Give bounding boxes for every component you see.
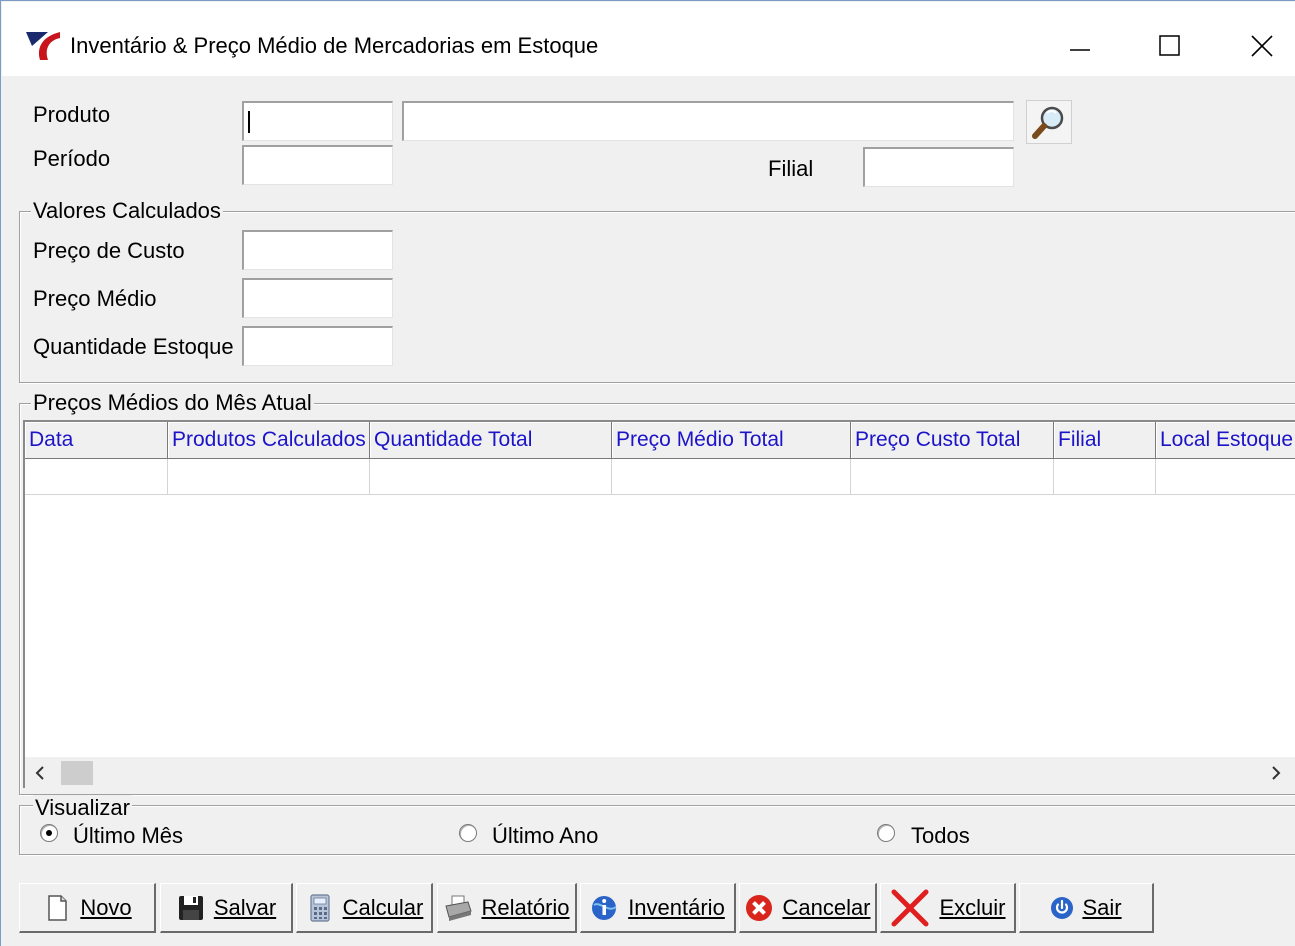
minimize-button[interactable] bbox=[1034, 16, 1126, 76]
column-header-data[interactable]: Data bbox=[25, 422, 168, 459]
preco-custo-input[interactable] bbox=[244, 232, 392, 269]
new-document-icon bbox=[48, 894, 68, 921]
preco-medio-input[interactable] bbox=[244, 280, 392, 317]
produto-code-field[interactable] bbox=[242, 101, 393, 141]
quantidade-estoque-label: Quantidade Estoque bbox=[33, 334, 234, 359]
precos-medios-title: Preços Médios do Mês Atual bbox=[31, 390, 314, 416]
calcular-label: Calcular bbox=[342, 894, 424, 920]
table-cell[interactable] bbox=[370, 459, 612, 495]
cancel-icon bbox=[746, 894, 773, 921]
printer-icon bbox=[445, 895, 473, 921]
close-icon bbox=[1251, 35, 1273, 57]
inventario-button[interactable]: Inventário bbox=[580, 883, 736, 933]
scroll-left-icon[interactable] bbox=[33, 765, 47, 781]
filial-label: Filial bbox=[768, 156, 814, 181]
title-bar: Inventário & Preço Médio de Mercadorias … bbox=[2, 2, 1295, 76]
app-logo-icon bbox=[26, 32, 60, 60]
magnifier-icon bbox=[1032, 106, 1064, 139]
novo-label: Novo bbox=[80, 894, 132, 920]
visualizar-group bbox=[19, 805, 1295, 855]
quantidade-estoque-field[interactable] bbox=[242, 326, 393, 366]
radio-ultimo-ano[interactable] bbox=[459, 824, 477, 842]
excluir-button[interactable]: Excluir bbox=[880, 883, 1016, 933]
scrollbar-thumb[interactable] bbox=[61, 761, 93, 785]
minimize-icon bbox=[1070, 49, 1090, 51]
radio-selected-dot bbox=[46, 830, 52, 836]
table-cell[interactable] bbox=[851, 459, 1054, 495]
radio-label-todos[interactable]: Todos bbox=[911, 823, 970, 849]
table-cell[interactable] bbox=[612, 459, 851, 495]
preco-medio-label: Preço Médio bbox=[33, 286, 157, 311]
filial-field[interactable] bbox=[863, 147, 1014, 187]
column-header-preco-custo-total[interactable]: Preço Custo Total bbox=[851, 422, 1054, 459]
maximize-icon bbox=[1159, 35, 1180, 56]
produto-description-input[interactable] bbox=[404, 103, 1013, 140]
filial-input[interactable] bbox=[865, 149, 1013, 186]
periodo-input[interactable] bbox=[244, 147, 392, 184]
column-header-local-estoque[interactable]: Local Estoque bbox=[1156, 422, 1295, 459]
radio-label-ultimo-mes[interactable]: Último Mês bbox=[73, 823, 183, 849]
radio-label-ultimo-ano[interactable]: Último Ano bbox=[492, 823, 598, 849]
preco-medio-field[interactable] bbox=[242, 278, 393, 318]
valores-calculados-title: Valores Calculados bbox=[31, 198, 223, 224]
column-header-filial[interactable]: Filial bbox=[1054, 422, 1156, 459]
search-product-button[interactable] bbox=[1026, 100, 1072, 144]
relatorio-button[interactable]: Relatório bbox=[437, 883, 577, 933]
inventario-label: Inventário bbox=[628, 894, 725, 920]
power-icon bbox=[1051, 896, 1074, 919]
produto-description-field[interactable] bbox=[402, 101, 1014, 141]
column-header-preco-medio-total[interactable]: Preço Médio Total bbox=[612, 422, 851, 459]
sair-button[interactable]: Sair bbox=[1019, 883, 1154, 933]
table-cell[interactable] bbox=[25, 459, 168, 495]
horizontal-scrollbar[interactable] bbox=[25, 757, 1295, 788]
cancelar-button[interactable]: Cancelar bbox=[739, 883, 877, 933]
excluir-label: Excluir bbox=[939, 894, 1006, 920]
precos-medios-grid[interactable]: Data Produtos Calculados Quantidade Tota… bbox=[23, 420, 1295, 788]
cancelar-label: Cancelar bbox=[782, 894, 871, 920]
quantidade-estoque-input[interactable] bbox=[244, 328, 392, 365]
relatorio-label: Relatório bbox=[481, 894, 570, 920]
floppy-disk-icon bbox=[178, 895, 203, 920]
radio-todos[interactable] bbox=[877, 824, 895, 842]
table-cell[interactable] bbox=[168, 459, 370, 495]
radio-ultimo-mes[interactable] bbox=[40, 824, 58, 842]
scroll-right-icon[interactable] bbox=[1269, 765, 1283, 781]
delete-x-icon bbox=[891, 889, 929, 926]
salvar-button[interactable]: Salvar bbox=[160, 883, 293, 933]
window-title: Inventário & Preço Médio de Mercadorias … bbox=[70, 33, 599, 58]
novo-button[interactable]: Novo bbox=[19, 883, 156, 933]
main-window: Inventário & Preço Médio de Mercadorias … bbox=[0, 0, 1295, 946]
periodo-label: Período bbox=[33, 146, 111, 171]
periodo-field[interactable] bbox=[242, 145, 393, 185]
maximize-button[interactable] bbox=[1124, 16, 1216, 76]
visualizar-title: Visualizar bbox=[33, 795, 132, 821]
calculator-icon bbox=[310, 893, 330, 922]
table-cell[interactable] bbox=[1054, 459, 1156, 495]
produto-code-input[interactable] bbox=[244, 103, 392, 140]
salvar-label: Salvar bbox=[213, 894, 277, 920]
info-globe-icon bbox=[592, 895, 617, 920]
column-header-quantidade-total[interactable]: Quantidade Total bbox=[370, 422, 612, 459]
preco-custo-label: Preço de Custo bbox=[33, 238, 185, 263]
produto-label: Produto bbox=[33, 102, 111, 127]
sair-label: Sair bbox=[1082, 894, 1122, 920]
calcular-button[interactable]: Calcular bbox=[296, 883, 433, 933]
preco-custo-field[interactable] bbox=[242, 230, 393, 270]
column-header-produtos-calculados[interactable]: Produtos Calculados bbox=[168, 422, 370, 459]
text-caret bbox=[248, 111, 250, 133]
table-cell[interactable] bbox=[1156, 459, 1295, 495]
close-button[interactable] bbox=[1216, 16, 1295, 76]
